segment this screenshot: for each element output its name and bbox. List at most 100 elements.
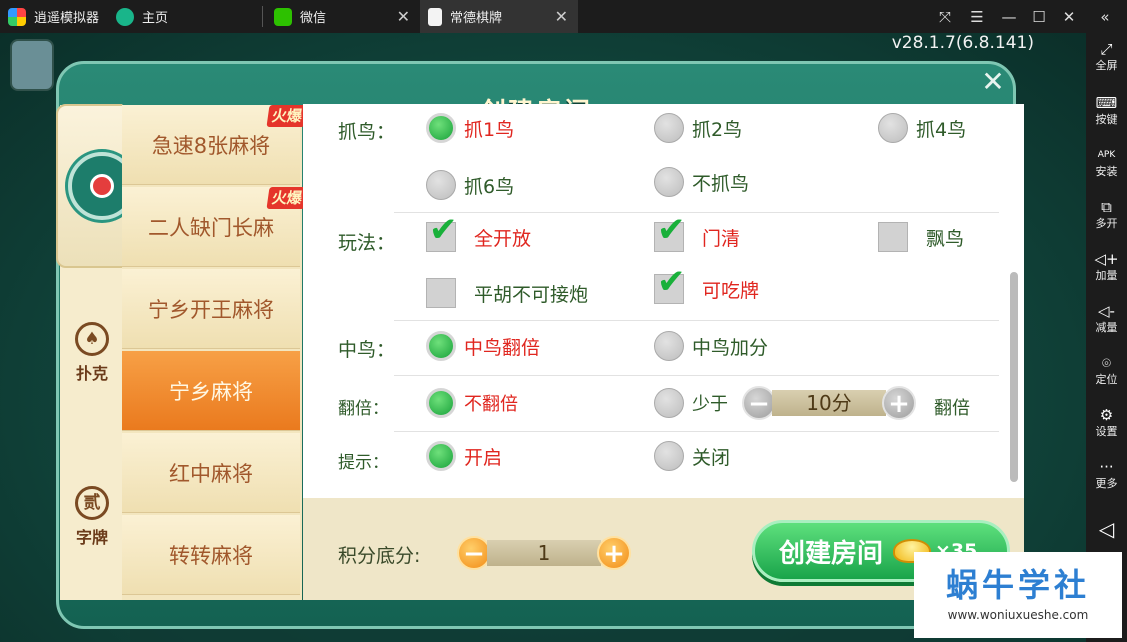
game-item-ningxiang[interactable]: 宁乡麻将 <box>122 351 300 431</box>
game-item-ningxiang-kaiwang[interactable]: 宁乡开王麻将 <box>122 269 300 349</box>
option-shaoyu[interactable]: 少于 <box>654 388 728 418</box>
option-zhua2niao[interactable]: 抓2鸟 <box>654 113 742 143</box>
zhongniao-label: 中鸟： <box>338 339 396 361</box>
checkmark-icon: ✔ <box>657 262 686 302</box>
wanfa-label: 玩法： <box>338 232 396 254</box>
wechat-icon <box>274 7 292 26</box>
sidebar-location[interactable]: ⌾ 定位 <box>1086 353 1127 387</box>
option-zhongniao-jiafen[interactable]: 中鸟加分 <box>654 331 768 361</box>
minimize-icon[interactable]: — <box>994 0 1024 33</box>
category-zipai-tab[interactable]: 贰 字牌 <box>62 486 122 548</box>
radio-selected-icon <box>426 441 456 471</box>
divider <box>394 320 999 321</box>
checkbox-checked: ✔ <box>426 213 458 252</box>
close-window-icon[interactable]: ✕ <box>1054 0 1084 33</box>
sidebar-volume-down[interactable]: ◁- 减量 <box>1086 301 1127 335</box>
sidebar-label: 设置 <box>1095 425 1118 438</box>
option-buzhuaniao[interactable]: 不抓鸟 <box>654 167 749 197</box>
tab-wechat[interactable]: 微信 ✕ <box>266 0 420 33</box>
more-icon: ··· <box>1099 458 1114 476</box>
option-label: 全开放 <box>474 227 532 250</box>
checkbox-checked: ✔ <box>654 213 686 252</box>
sidebar-more[interactable]: ··· 更多 <box>1086 457 1127 491</box>
watermark-url: www.woniuxueshe.com <box>947 608 1089 622</box>
option-quankaifang[interactable]: ✔ 全开放 <box>426 213 532 252</box>
maximize-icon[interactable]: ☐ <box>1024 0 1054 33</box>
fanbei-stepper: − 10分 + <box>742 386 916 420</box>
volume-down-icon: ◁- <box>1098 302 1115 320</box>
option-guanbi[interactable]: 关闭 <box>654 441 730 471</box>
decrease-button[interactable]: − <box>457 536 491 570</box>
radio-icon <box>654 167 684 197</box>
sidebar-label: 减量 <box>1095 321 1118 334</box>
pin-icon[interactable]: ☰ <box>962 0 992 33</box>
tab-xiaoyao[interactable]: 逍遥模拟器 <box>0 0 108 33</box>
game-item-zhuanzhuan[interactable]: 转转麻将 <box>122 515 300 595</box>
option-label: 抓4鸟 <box>916 118 967 141</box>
option-pinghu[interactable]: 平胡不可接炮 <box>426 278 588 308</box>
tab-changde-qipai[interactable]: 常德棋牌 ✕ <box>420 0 578 33</box>
option-kechipai[interactable]: ✔ 可吃牌 <box>654 265 759 304</box>
option-label: 飘鸟 <box>926 227 965 250</box>
option-zhua4niao[interactable]: 抓4鸟 <box>878 113 966 143</box>
radio-icon <box>878 113 908 143</box>
option-kaiqi[interactable]: 开启 <box>426 441 502 471</box>
game-item-erren[interactable]: 二人缺门长麻 火爆 <box>122 187 308 267</box>
back-button[interactable]: ◁ <box>1086 519 1127 539</box>
player-avatar[interactable] <box>10 39 54 91</box>
game-label: 红中麻将 <box>169 461 253 486</box>
sidebar-multi[interactable]: ⧉ 多开 <box>1086 197 1127 231</box>
game-label: 二人缺门长麻 <box>148 215 274 240</box>
increase-button[interactable]: + <box>597 536 631 570</box>
game-item-jisu8[interactable]: 急速8张麻将 火爆 <box>122 105 308 185</box>
option-menqing[interactable]: ✔ 门清 <box>654 213 740 252</box>
increase-button[interactable]: + <box>882 386 916 420</box>
sidebar-keymap[interactable]: ⌨ 按键 <box>1086 93 1127 127</box>
option-zhua6niao[interactable]: 抓6鸟 <box>426 170 514 200</box>
close-dialog-button[interactable]: ✕ <box>978 67 1008 97</box>
category-poker-tab[interactable]: ♠ 扑克 <box>62 322 122 384</box>
score-label: 积分底分: <box>338 545 421 567</box>
radio-icon <box>654 388 684 418</box>
close-tab-icon[interactable]: ✕ <box>397 7 410 26</box>
option-label: 不翻倍 <box>464 394 518 415</box>
sidebar-volume-up[interactable]: ◁+ 加量 <box>1086 249 1127 283</box>
collapse-sidebar-icon[interactable]: « <box>1090 0 1120 33</box>
home-app-icon <box>116 7 134 26</box>
sidebar-install[interactable]: APK 安装 <box>1086 145 1127 179</box>
checkbox <box>878 222 908 252</box>
game-item-hongzhong[interactable]: 红中麻将 <box>122 433 300 513</box>
game-app-icon <box>428 7 442 26</box>
option-piaoniao[interactable]: 飘鸟 <box>878 222 964 252</box>
tab-home[interactable]: 主页 <box>108 0 258 33</box>
fit-window-icon[interactable]: ⤧ <box>930 0 960 33</box>
option-zhua1niao[interactable]: 抓1鸟 <box>426 113 514 143</box>
game-label: 急速8张麻将 <box>151 133 271 158</box>
option-label: 抓2鸟 <box>692 118 743 141</box>
close-tab-icon[interactable]: ✕ <box>555 7 568 26</box>
radio-icon <box>654 441 684 471</box>
option-bufanbei[interactable]: 不翻倍 <box>426 388 518 418</box>
score-value: 1 <box>487 540 601 566</box>
game-label: 转转麻将 <box>169 543 253 568</box>
sidebar-label: 按键 <box>1095 113 1118 126</box>
decrease-button[interactable]: − <box>742 386 776 420</box>
settings-icon: ⚙ <box>1099 406 1114 424</box>
create-room-label: 创建房间 <box>779 538 884 569</box>
option-zhongniao-fanbei[interactable]: 中鸟翻倍 <box>426 331 540 361</box>
tab-label: 常德棋牌 <box>450 11 503 26</box>
tab-label: 微信 <box>300 11 327 26</box>
sidebar-fullscreen[interactable]: ⤢ 全屏 <box>1086 39 1127 73</box>
watermark: 蜗牛学社 www.woniuxueshe.com <box>914 552 1122 638</box>
sidebar-settings[interactable]: ⚙ 设置 <box>1086 405 1127 439</box>
options-scrollbar[interactable] <box>1010 272 1018 482</box>
tab-label: 逍遥模拟器 <box>34 11 100 26</box>
radio-selected-icon <box>426 388 456 418</box>
zipai-icon: 贰 <box>75 486 109 520</box>
fanbei-value: 10分 <box>772 390 886 416</box>
score-stepper: − 1 + <box>457 536 631 570</box>
checkmark-icon: ✔ <box>657 210 686 250</box>
option-label: 平胡不可接炮 <box>474 283 589 306</box>
checkmark-icon: ✔ <box>429 210 458 250</box>
back-triangle-icon: ◁ <box>1098 517 1115 541</box>
